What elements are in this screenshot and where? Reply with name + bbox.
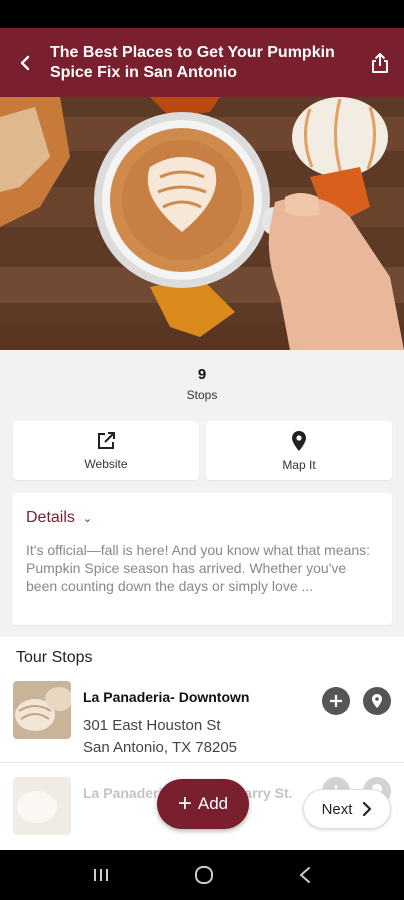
- map-it-button[interactable]: Map It: [206, 421, 392, 480]
- add-label: Add: [197, 794, 229, 813]
- details-heading: Details: [26, 509, 75, 526]
- stops-stat: 9 Stops: [0, 366, 404, 402]
- share-icon: [372, 52, 388, 73]
- tour-stop-item[interactable]: La Panaderia- Downtown 301 East Houston …: [0, 681, 404, 771]
- recent-apps-icon[interactable]: [92, 866, 110, 884]
- map-it-label: Map It: [282, 457, 316, 472]
- stop-location-button[interactable]: [363, 687, 391, 715]
- map-pin-icon: [372, 694, 382, 708]
- system-back-icon[interactable]: [298, 866, 312, 884]
- back-button[interactable]: [0, 28, 50, 97]
- external-link-icon: [98, 431, 115, 449]
- stops-label: Stops: [186, 388, 218, 402]
- map-pin-icon: [292, 430, 306, 451]
- website-label: Website: [84, 456, 128, 471]
- next-button[interactable]: Next: [303, 789, 391, 829]
- stop-address-line2: San Antonio, TX 78205: [83, 739, 238, 756]
- divider: [0, 762, 404, 763]
- system-nav-bar: [0, 850, 404, 900]
- details-toggle[interactable]: Details ⌄: [26, 509, 378, 527]
- chevron-right-icon: [363, 802, 372, 816]
- next-label: Next: [321, 800, 353, 818]
- share-button[interactable]: [356, 28, 404, 97]
- details-text: It's official—fall is here! And you know…: [26, 542, 371, 594]
- add-button[interactable]: + Add: [157, 779, 249, 829]
- stop-thumbnail: [13, 681, 71, 739]
- plus-icon: [330, 695, 342, 707]
- tour-stops-title: Tour Stops: [16, 649, 93, 666]
- back-arrow-icon: [20, 55, 30, 70]
- add-stop-button[interactable]: [322, 687, 350, 715]
- app-header: The Best Places to Get Your Pumpkin Spic…: [0, 28, 404, 97]
- stop-address-line1: 301 East Houston St: [83, 717, 221, 734]
- stop-thumbnail: [13, 777, 71, 835]
- status-bar: [0, 0, 404, 28]
- stop-name: La Panaderia- Downtown: [83, 689, 250, 705]
- details-card: Details ⌄ It's official—fall is here! An…: [12, 493, 392, 625]
- stops-count: 9: [197, 366, 207, 383]
- website-button[interactable]: Website: [13, 421, 199, 480]
- home-icon[interactable]: [194, 865, 214, 885]
- chevron-down-icon: ⌄: [82, 512, 93, 525]
- hero-image: [0, 97, 404, 350]
- page-title: The Best Places to Get Your Pumpkin Spic…: [50, 43, 335, 81]
- plus-icon: +: [177, 790, 192, 817]
